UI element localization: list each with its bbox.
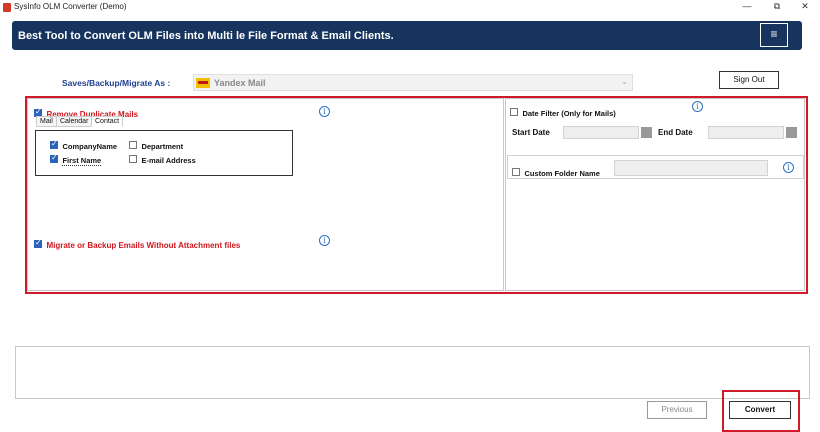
tab-calendar[interactable]: Calendar bbox=[56, 116, 93, 127]
output-log-box bbox=[15, 346, 810, 399]
tab-mail[interactable]: Mail bbox=[36, 116, 57, 127]
date-filter-checkbox[interactable] bbox=[510, 107, 518, 116]
menu-icon: ≡ bbox=[770, 27, 778, 41]
close-button[interactable]: ✕ bbox=[791, 0, 819, 14]
end-date-label: End Date bbox=[658, 128, 693, 137]
left-options-pane: Remove Duplicate Mails i Mail Calendar C… bbox=[27, 98, 504, 291]
email-address-option[interactable]: E-mail Address bbox=[129, 150, 196, 168]
date-filter-label: Date Filter (Only for Mails) bbox=[522, 109, 616, 118]
window-title: SysInfo OLM Converter (Demo) bbox=[14, 2, 127, 11]
tab-contact[interactable]: Contact bbox=[91, 116, 124, 127]
start-date-field[interactable] bbox=[563, 126, 639, 139]
custom-folder-option[interactable]: Custom Folder Name bbox=[512, 163, 600, 181]
start-date-label: Start Date bbox=[512, 128, 550, 137]
info-icon[interactable]: i bbox=[692, 101, 703, 112]
info-icon[interactable]: i bbox=[319, 106, 330, 117]
save-as-label: Saves/Backup/Migrate As : bbox=[62, 78, 171, 88]
right-options-pane: Date Filter (Only for Mails) i Start Dat… bbox=[505, 98, 805, 291]
without-attachment-checkbox[interactable] bbox=[34, 238, 42, 248]
end-date-picker-icon[interactable] bbox=[786, 127, 797, 138]
custom-folder-input[interactable] bbox=[614, 160, 768, 176]
start-date-picker-icon[interactable] bbox=[641, 127, 652, 138]
minimize-button[interactable]: — bbox=[733, 0, 761, 14]
email-address-checkbox[interactable] bbox=[129, 154, 137, 163]
hamburger-menu-button[interactable]: ≡ bbox=[760, 23, 788, 47]
first-name-checkbox[interactable] bbox=[50, 153, 58, 163]
sign-out-button[interactable]: Sign Out bbox=[719, 71, 779, 89]
app-logo-icon bbox=[3, 3, 11, 12]
info-icon[interactable]: i bbox=[783, 162, 794, 173]
chevron-down-icon: ⌄ bbox=[621, 77, 628, 86]
first-name-option[interactable]: First Name bbox=[50, 150, 102, 168]
info-icon[interactable]: i bbox=[319, 235, 330, 246]
convert-button[interactable]: Convert bbox=[729, 401, 791, 419]
first-name-label: First Name bbox=[62, 156, 102, 166]
custom-folder-checkbox[interactable] bbox=[512, 167, 520, 176]
yandex-flag-icon bbox=[196, 78, 210, 88]
maximize-button[interactable]: ⧉ bbox=[763, 0, 791, 14]
custom-folder-label: Custom Folder Name bbox=[524, 169, 600, 178]
contact-fields-box: CompanyName Department First Name E-mail… bbox=[35, 130, 293, 176]
without-attachment-label: Migrate or Backup Emails Without Attachm… bbox=[46, 241, 241, 250]
format-select-value: Yandex Mail bbox=[214, 78, 266, 88]
header-banner: Best Tool to Convert OLM Files into Mult… bbox=[12, 21, 802, 50]
format-select[interactable]: Yandex Mail ⌄ bbox=[193, 74, 633, 91]
company-name-checkbox[interactable] bbox=[50, 139, 58, 149]
banner-title: Best Tool to Convert OLM Files into Mult… bbox=[18, 30, 394, 42]
without-attachment-option[interactable]: Migrate or Backup Emails Without Attachm… bbox=[34, 235, 240, 253]
department-checkbox[interactable] bbox=[129, 140, 137, 149]
title-bar: SysInfo OLM Converter (Demo) — ⧉ ✕ bbox=[0, 0, 820, 16]
previous-button[interactable]: Previous bbox=[647, 401, 707, 419]
date-filter-option[interactable]: Date Filter (Only for Mails) bbox=[510, 103, 616, 121]
custom-folder-row: Custom Folder Name i bbox=[507, 155, 804, 179]
end-date-field[interactable] bbox=[708, 126, 784, 139]
email-address-label: E-mail Address bbox=[141, 156, 196, 165]
